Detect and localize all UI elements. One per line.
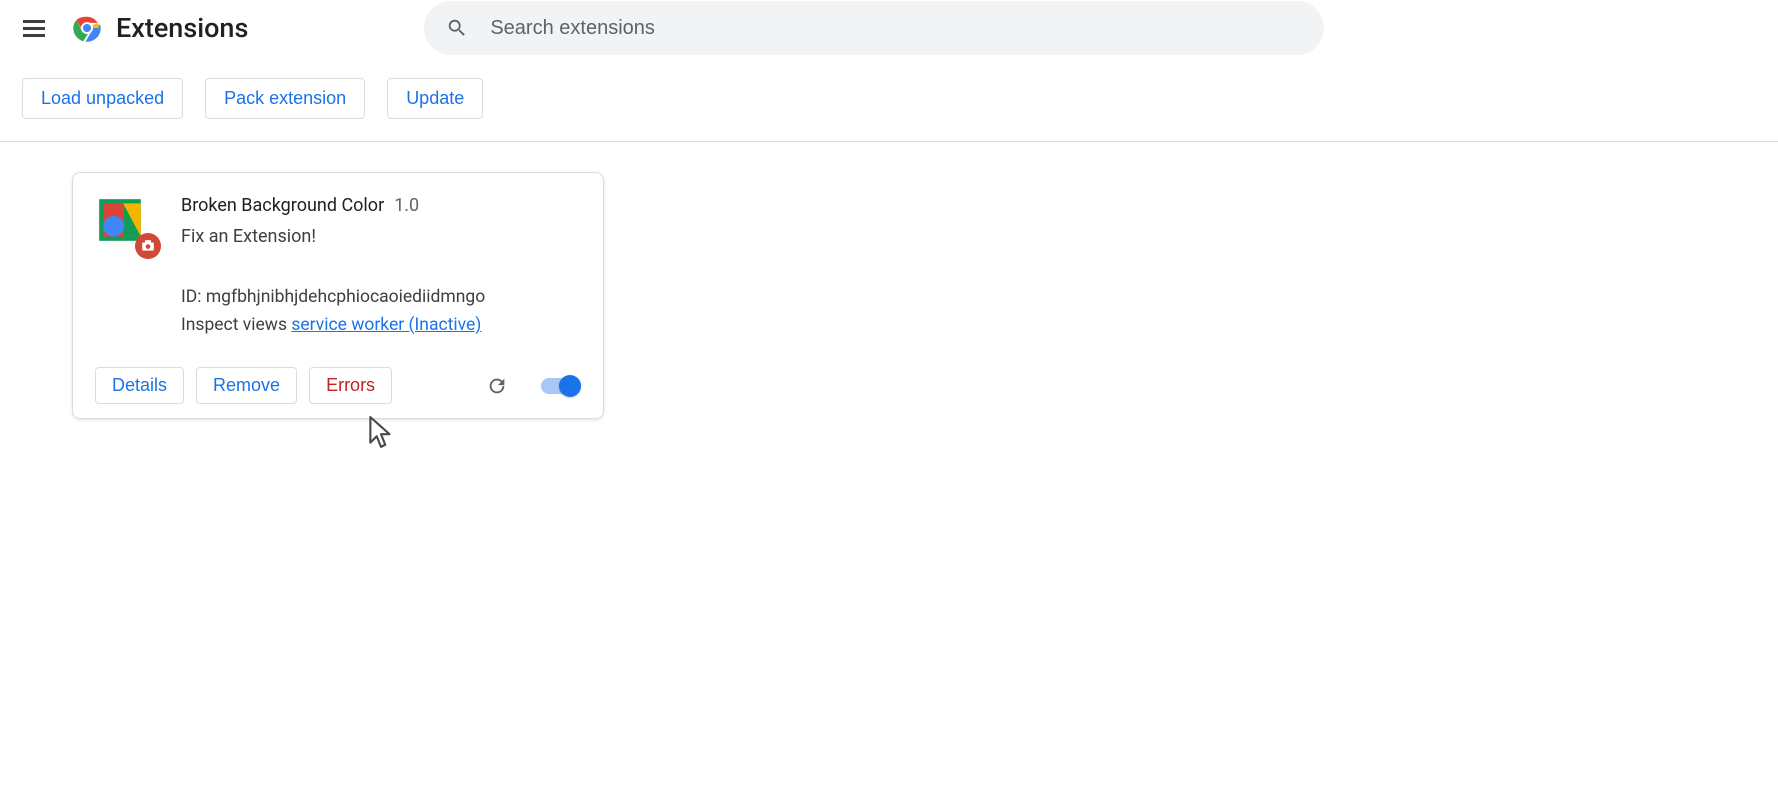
logo-and-title: Extensions <box>72 12 248 44</box>
errors-button[interactable]: Errors <box>309 367 392 404</box>
id-label: ID: <box>181 287 201 307</box>
reload-icon <box>486 375 508 397</box>
dev-toolbar: Load unpacked Pack extension Update <box>0 56 1778 142</box>
search-box[interactable] <box>424 1 1324 55</box>
extension-icon <box>95 195 151 251</box>
search-icon <box>446 17 468 39</box>
page-title: Extensions <box>116 12 248 44</box>
id-value: mgfbhjnibhjdehcphiocaoiediidmngo <box>206 287 485 307</box>
main-menu-button[interactable] <box>14 8 54 48</box>
search-input[interactable] <box>488 16 1302 41</box>
chrome-logo-icon <box>72 13 102 43</box>
card-action-row: Details Remove Errors <box>95 367 581 404</box>
unpacked-badge-icon <box>135 233 161 259</box>
extension-name: Broken Background Color <box>181 195 384 216</box>
cursor-icon <box>368 415 394 449</box>
top-header: Extensions <box>0 0 1778 56</box>
update-button[interactable]: Update <box>387 78 483 119</box>
enable-toggle[interactable] <box>541 375 581 397</box>
inspect-views-link[interactable]: service worker (Inactive) <box>291 315 481 335</box>
pack-extension-button[interactable]: Pack extension <box>205 78 365 119</box>
details-button[interactable]: Details <box>95 367 184 404</box>
inspect-views-label: Inspect views <box>181 315 287 335</box>
extension-description: Fix an Extension! <box>181 226 485 247</box>
reload-button[interactable] <box>483 372 511 400</box>
remove-button[interactable]: Remove <box>196 367 297 404</box>
hamburger-icon <box>23 16 45 41</box>
extension-version: 1.0 <box>394 195 419 216</box>
extensions-grid: Broken Background Color 1.0 Fix an Exten… <box>0 142 1778 419</box>
load-unpacked-button[interactable]: Load unpacked <box>22 78 183 119</box>
extension-card: Broken Background Color 1.0 Fix an Exten… <box>72 172 604 419</box>
toggle-knob <box>559 375 581 397</box>
